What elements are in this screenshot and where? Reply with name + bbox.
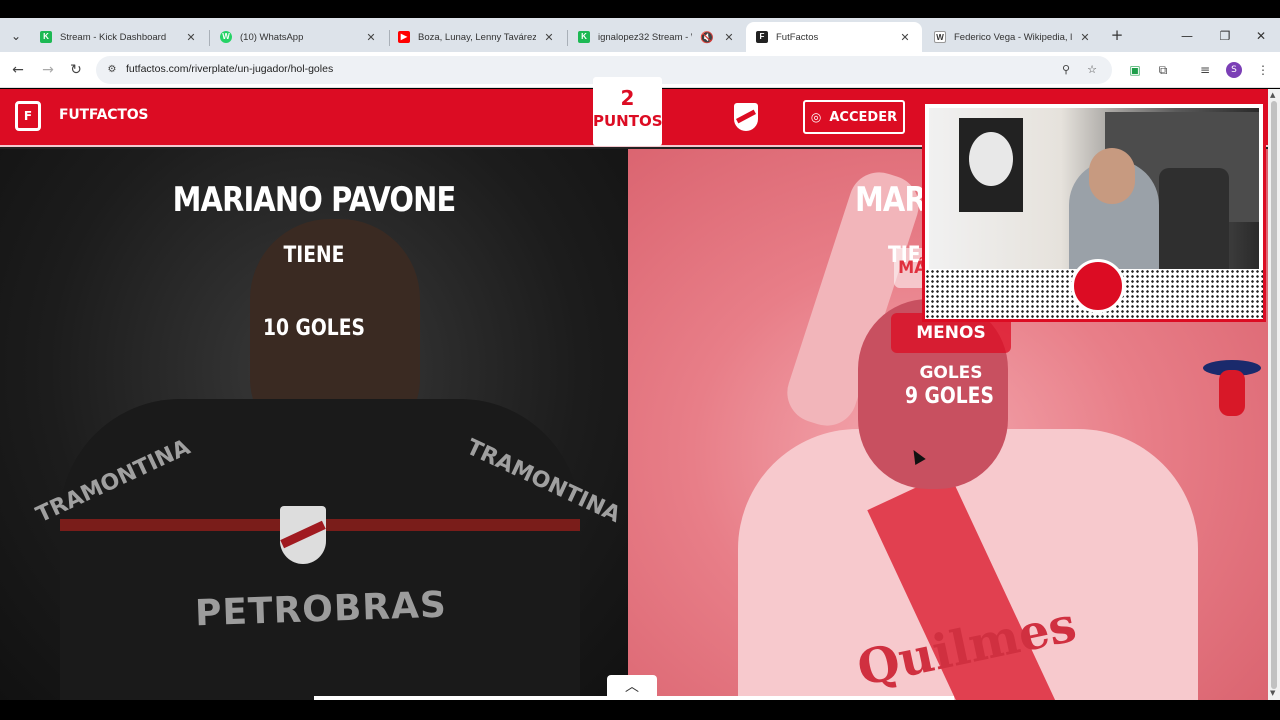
close-icon[interactable]: ✕ — [184, 31, 198, 44]
page-scrollbar[interactable]: ▲ ▼ — [1268, 89, 1280, 700]
score-box: 2 PUNTOS — [593, 77, 663, 146]
scroll-up-icon[interactable]: ▲ — [1270, 91, 1275, 99]
score-label: PUNTOS — [593, 112, 663, 130]
url-text[interactable]: futfactos.com/riverplate/un-jugador/hol-… — [126, 63, 333, 75]
browser-tab[interactable]: ▶ Boza, Lunay, Lenny Tavárez, J ✕ — [388, 22, 566, 52]
minimize-icon[interactable]: — — [1172, 26, 1202, 46]
mascot-body — [1219, 370, 1245, 416]
mute-icon[interactable]: 🔇 — [698, 31, 716, 44]
right-goals: 9 GOLES — [905, 384, 994, 409]
tab-title: FutFactos — [776, 31, 819, 43]
scroll-down-icon[interactable]: ▼ — [1270, 689, 1275, 697]
new-tab-button[interactable]: + — [1108, 26, 1126, 44]
left-player-panel: TRAMONTINA TRAMONTINA PETROBRAS — [0, 149, 628, 700]
streamer-head — [1089, 148, 1135, 204]
whatsapp-icon: W — [220, 31, 232, 43]
browser-tab[interactable]: W Federico Vega - Wikipedia, la ✕ — [924, 22, 1102, 52]
profile-avatar[interactable]: S — [1226, 62, 1242, 78]
zoom-icon[interactable]: ⚲ — [1058, 62, 1074, 78]
forward-icon[interactable]: → — [38, 60, 58, 80]
tab-title: Federico Vega - Wikipedia, la — [954, 31, 1072, 43]
left-player-name: MARIANO PAVONE — [172, 180, 457, 220]
login-button[interactable]: ◎ ACCEDER — [803, 100, 905, 134]
tab-search-icon[interactable]: ⌄ — [6, 26, 26, 46]
youtube-icon: ▶ — [398, 31, 410, 43]
close-icon[interactable]: ✕ — [1078, 31, 1092, 44]
futfactos-icon: F — [756, 31, 768, 43]
chevron-up-icon[interactable]: ︿ — [607, 675, 657, 700]
kick-icon: K — [40, 31, 52, 43]
stream-logo-icon — [1071, 259, 1125, 313]
restore-icon[interactable]: ❐ — [1210, 26, 1240, 46]
webcam-scene — [929, 108, 1259, 278]
tab-title: ignalopez32 Stream - Wi — [598, 31, 692, 43]
browser-tab[interactable]: K ignalopez32 Stream - Wi 🔇 ✕ — [568, 22, 746, 52]
shirt-sponsor: PETROBRAS — [194, 584, 448, 635]
futfactos-logo-icon[interactable]: F — [15, 101, 41, 131]
browser-tab-active[interactable]: F FutFactos ✕ — [746, 22, 922, 52]
top-black-bar — [0, 0, 1280, 18]
login-label: ACCEDER — [829, 109, 898, 125]
extensions-puzzle-icon[interactable]: ⧉ — [1154, 61, 1172, 79]
tab-title: Boza, Lunay, Lenny Tavárez, J — [418, 31, 536, 43]
river-plate-crest-icon[interactable] — [734, 103, 758, 131]
close-icon[interactable]: ✕ — [898, 31, 912, 44]
extension-screen-icon[interactable]: ▣ — [1126, 61, 1144, 79]
user-icon: ◎ — [810, 110, 822, 124]
browser-tab[interactable]: W (10) WhatsApp ✕ — [210, 22, 388, 52]
scroll-thumb[interactable] — [1271, 101, 1277, 689]
wikipedia-icon: W — [934, 31, 946, 43]
browser-tab[interactable]: K Stream - Kick Dashboard ✕ — [30, 22, 208, 52]
site-brand[interactable]: FUTFACTOS — [59, 107, 148, 123]
close-window-icon[interactable]: ✕ — [1246, 26, 1276, 46]
back-icon[interactable]: ← — [8, 60, 28, 80]
club-badge-icon — [280, 506, 326, 564]
webcam-overlay — [922, 101, 1266, 322]
left-has-label: TIENE — [283, 243, 345, 268]
tab-title: (10) WhatsApp — [240, 31, 304, 43]
tab-title: Stream - Kick Dashboard — [60, 31, 167, 43]
bottom-black-bar — [0, 700, 1280, 720]
close-icon[interactable]: ✕ — [722, 31, 736, 44]
browser-tab-strip: ⌄ K Stream - Kick Dashboard ✕ W (10) Wha… — [0, 18, 1280, 52]
site-info-icon[interactable]: ⚙ — [104, 62, 120, 78]
left-goals: 10 GOLES — [263, 316, 365, 341]
close-icon[interactable]: ✕ — [364, 31, 378, 44]
menu-kebab-icon[interactable]: ⋮ — [1254, 61, 1272, 79]
spiderman-poster — [959, 118, 1023, 212]
reload-icon[interactable]: ↻ — [66, 60, 86, 80]
spiderman-mascot-icon — [1203, 350, 1261, 426]
gaming-chair — [1159, 168, 1229, 278]
bookmark-star-icon[interactable]: ☆ — [1084, 62, 1100, 78]
close-icon[interactable]: ✕ — [542, 31, 556, 44]
kick-icon: K — [578, 31, 590, 43]
media-queue-icon[interactable]: ≡ — [1196, 61, 1214, 79]
score-points: 2 — [620, 86, 635, 110]
